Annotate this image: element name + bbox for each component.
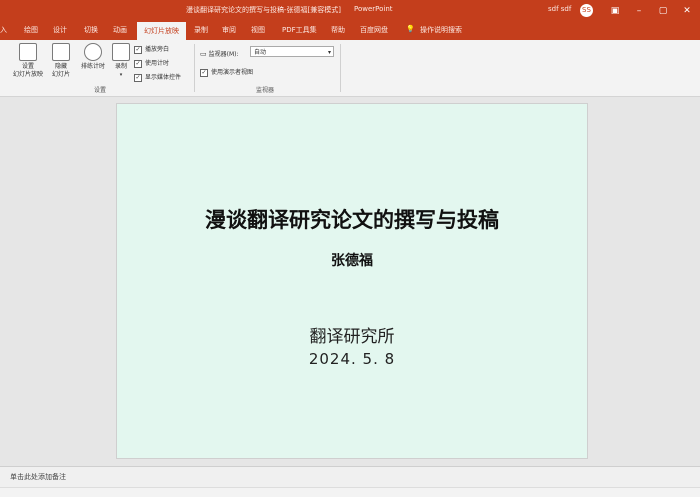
hide-slide-button[interactable]: 隐藏 幻灯片 <box>48 43 74 79</box>
group-label-monitors: 监视器 <box>256 87 275 94</box>
tab-help[interactable]: 帮助 <box>331 25 345 35</box>
use-timings-label: 使用计时 <box>145 60 170 67</box>
tab-insert[interactable]: 入 <box>0 25 7 35</box>
show-media-controls-label: 显示媒体控件 <box>145 74 182 81</box>
tab-slideshow[interactable]: 幻灯片放映 <box>137 22 186 40</box>
hide-slide-label: 隐藏 幻灯片 <box>51 63 70 78</box>
setup-slideshow-icon <box>19 43 37 61</box>
show-media-controls-checkbox[interactable]: ✓ 显示媒体控件 <box>134 72 181 82</box>
checkbox-checked-icon: ✓ <box>200 68 208 77</box>
group-separator <box>340 44 341 92</box>
rehearse-timings-button[interactable]: 排练计时 <box>77 43 109 71</box>
slide-institute[interactable]: 翻译研究所 <box>117 322 587 347</box>
use-timings-checkbox[interactable]: ✓ 使用计时 <box>134 58 169 68</box>
tab-record[interactable]: 录制 <box>194 25 208 35</box>
setup-slideshow-label: 设置 幻灯片放映 <box>12 63 43 78</box>
monitor-label-text: 监视器(M): <box>208 51 239 58</box>
minimize-icon[interactable]: – <box>628 3 650 19</box>
ribbon-display-icon[interactable]: ▣ <box>604 3 626 19</box>
monitor-select-value: 自动 <box>254 49 267 56</box>
monitor-icon: ▭ <box>200 50 207 58</box>
checkbox-checked-icon: ✓ <box>134 45 142 54</box>
chevron-down-icon: ▾ <box>119 72 123 78</box>
record-label: 录制 <box>114 63 127 70</box>
checkbox-checked-icon: ✓ <box>134 73 142 82</box>
tab-animations[interactable]: 动画 <box>113 25 127 35</box>
play-narrations-label: 播放旁白 <box>145 46 170 53</box>
slide-author[interactable]: 张德福 <box>117 250 587 270</box>
ribbon: 设置 幻灯片放映 隐藏 幻灯片 排练计时 录制 ▾ ✓ 播放旁白 ✓ 使用计时 ✓ 显… <box>0 40 700 97</box>
tab-pdf-tools[interactable]: PDF工具集 <box>282 25 317 35</box>
play-narrations-checkbox[interactable]: ✓ 播放旁白 <box>134 44 169 54</box>
tab-review[interactable]: 审阅 <box>222 25 236 35</box>
slide-title[interactable]: 漫谈翻译研究论文的撰写与投稿 <box>117 204 587 234</box>
tab-view[interactable]: 视图 <box>251 25 265 35</box>
presenter-view-label: 使用演示者视图 <box>211 69 254 76</box>
checkbox-checked-icon: ✓ <box>134 59 142 68</box>
user-name[interactable]: sdf sdf <box>548 5 571 13</box>
group-label-setup: 设置 <box>94 87 107 94</box>
maximize-icon[interactable]: ▢ <box>652 3 674 19</box>
record-button[interactable]: 录制 ▾ <box>110 43 132 79</box>
close-icon[interactable]: ✕ <box>676 3 698 19</box>
notes-pane[interactable]: 单击此处添加备注 <box>0 466 700 487</box>
notes-placeholder: 单击此处添加备注 <box>10 473 66 481</box>
ribbon-tabs: 入 绘图 设计 切换 动画 幻灯片放映 录制 审阅 视图 PDF工具集 帮助 百… <box>0 22 700 40</box>
chevron-down-icon: ▾ <box>327 49 331 56</box>
stopwatch-icon <box>84 43 102 61</box>
record-icon <box>112 43 130 61</box>
title-bar: 漫谈翻译研究论文的撰写与投稿-张德福[兼容模式] PowerPoint sdf … <box>0 0 700 22</box>
hide-slide-icon <box>52 43 70 61</box>
tab-transitions[interactable]: 切换 <box>84 25 98 35</box>
group-separator <box>194 44 195 92</box>
setup-slideshow-button[interactable]: 设置 幻灯片放映 <box>10 43 46 79</box>
avatar[interactable]: SS <box>580 4 593 17</box>
monitor-select[interactable]: 自动 ▾ <box>250 46 334 57</box>
tab-draw[interactable]: 绘图 <box>24 25 38 35</box>
presenter-view-checkbox[interactable]: ✓ 使用演示者视图 <box>200 67 253 77</box>
lightbulb-icon: 💡 <box>406 25 415 33</box>
tab-baidu-netdisk[interactable]: 百度网盘 <box>360 25 388 35</box>
slide-date[interactable]: 2024. 5. 8 <box>117 350 587 368</box>
slide-canvas[interactable]: 漫谈翻译研究论文的撰写与投稿 张德福 翻译研究所 2024. 5. 8 <box>116 103 588 459</box>
tab-design[interactable]: 设计 <box>53 25 67 35</box>
tell-me-search[interactable]: 操作说明搜索 <box>420 25 462 35</box>
window-title: 漫谈翻译研究论文的撰写与投稿-张德福[兼容模式] <box>186 6 341 14</box>
rehearse-timings-label: 排练计时 <box>80 63 105 70</box>
monitor-label: ▭ 监视器(M): <box>200 49 239 58</box>
app-name: PowerPoint <box>354 5 393 13</box>
